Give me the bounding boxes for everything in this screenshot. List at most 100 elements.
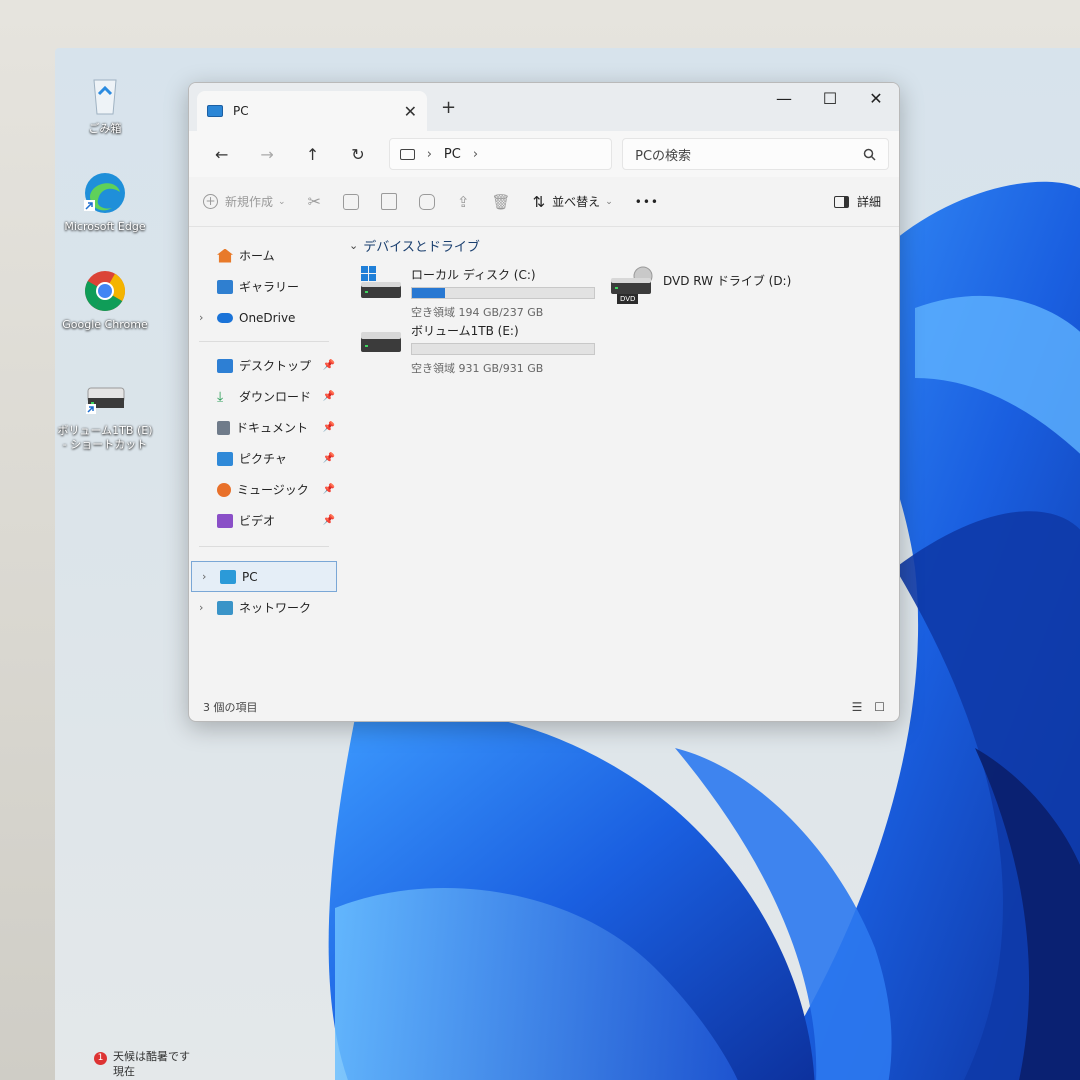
dvd-badge: DVD [617,294,639,304]
command-bar: + 新規作成 ⌄ ✂ ⇪ 🗑 ⇅ 並べ替え ⌄ ••• 詳細 [189,177,899,227]
music-icon [217,482,231,497]
details-button[interactable]: 詳細 [833,193,881,210]
gallery-icon [217,279,233,294]
weather-alert-badge: 1 [94,1052,107,1065]
search-placeholder: PCの検索 [635,148,692,164]
download-icon: ⤓ [217,388,224,405]
sort-icon: ⇅ [532,192,546,211]
plus-circle-icon: + [203,194,218,209]
nav-item-pc[interactable]: › PC [191,561,337,592]
dvd-drive-icon: DVD [609,266,655,306]
large-icons-view-icon[interactable]: ☐ [874,700,885,714]
pictures-icon [217,451,233,466]
navigation-pane: ホーム ギャラリー › OneDrive デスクトップ 📌 ⤓ ダウンロード 📌… [189,228,339,693]
pin-icon[interactable]: 📌 [323,391,335,402]
windows-drive-icon [359,266,403,300]
nav-divider [199,546,329,547]
sort-button[interactable]: ⇅ 並べ替え ⌄ [533,193,613,211]
maximize-button[interactable]: ☐ [807,89,853,108]
copy-icon[interactable] [342,193,359,210]
pin-icon[interactable]: 📌 [323,515,335,526]
nav-item-onedrive[interactable]: › OneDrive [189,302,339,333]
monitor-icon [220,569,236,584]
home-icon [217,248,233,263]
desktop-icon-recycle-bin[interactable]: ごみ箱 [55,72,155,136]
chevron-down-icon: ⌄ [349,239,359,252]
nav-item-network[interactable]: › ネットワーク [189,592,339,623]
drive-item-c[interactable]: ローカル ディスク (C:) 空き領域 194 GB/237 GB [359,266,595,320]
details-pane-icon [833,195,849,208]
chevron-right-icon[interactable]: › [199,311,203,324]
pin-icon[interactable]: 📌 [323,422,335,433]
desktop-icon-chrome[interactable]: Google Chrome [55,268,155,332]
up-arrow-icon[interactable]: ↑ [290,145,335,164]
rename-icon[interactable] [418,193,435,210]
document-icon [217,420,230,435]
drive-item-e[interactable]: ボリューム1TB (E:) 空き領域 931 GB/931 GB [359,322,595,376]
nav-item-gallery[interactable]: ギャラリー [189,271,339,302]
group-header-devices[interactable]: ⌄ デバイスとドライブ [349,236,889,255]
tab-pc[interactable]: PC ✕ [197,91,427,131]
minimize-button[interactable]: — [761,89,807,108]
onedrive-cloud-icon [217,312,233,323]
usage-bar-fill [412,288,445,298]
desktop-icon-edge[interactable]: Microsoft Edge [55,170,155,234]
details-view-icon[interactable]: ☰ [852,700,863,714]
nav-item-documents[interactable]: ドキュメント 📌 [189,412,339,443]
nav-item-downloads[interactable]: ⤓ ダウンロード 📌 [189,381,339,412]
edge-icon [82,170,128,216]
chevron-right-icon[interactable]: › [202,570,206,583]
recycle-bin-icon [82,72,128,118]
nav-item-pictures[interactable]: ピクチャ 📌 [189,443,339,474]
video-icon [217,513,233,528]
desktop-icon-volume-shortcut[interactable]: ボリューム1TB (E) - ショートカット [55,374,155,452]
breadcrumb-pc[interactable]: PC [444,147,461,162]
nav-divider [199,341,329,342]
status-bar: 3 個の項目 ☰ ☐ [203,700,885,714]
title-bar[interactable]: PC ✕ + — ☐ ✕ [189,83,899,131]
desktop[interactable]: ごみ箱 Microsoft Edge Google Chrome ボリューム1T… [55,48,1080,1080]
usage-bar [411,287,595,299]
pin-icon[interactable]: 📌 [323,484,335,495]
weather-widget[interactable]: 1 天候は酷暑です 現在 [94,1050,190,1078]
usage-bar [411,343,595,355]
navigation-bar: ← → ↑ ↻ › PC › PCの検索 [189,131,899,177]
content-pane[interactable]: ⌄ デバイスとドライブ ローカル ディスク (C:) 空き領域 194 GB/2… [339,228,899,693]
chevron-down-icon: ⌄ [278,196,286,207]
nav-item-home[interactable]: ホーム [189,240,339,271]
chevron-right-icon: › [426,146,432,162]
cut-icon[interactable]: ✂ [308,192,321,211]
nav-item-music[interactable]: ミュージック 📌 [189,474,339,505]
chrome-icon [82,268,128,314]
file-explorer-window[interactable]: PC ✕ + — ☐ ✕ ← → ↑ ↻ › PC › PCの検索 + 新規作成… [188,82,900,722]
new-tab-button[interactable]: + [441,97,456,118]
drive-item-d[interactable]: DVD DVD RW ドライブ (D:) [609,266,791,306]
search-icon [863,148,876,161]
pin-icon[interactable]: 📌 [323,453,335,464]
paste-icon[interactable] [380,193,397,210]
monitor-icon [207,105,223,117]
nav-item-desktop[interactable]: デスクトップ 📌 [189,350,339,381]
desktop-folder-icon [217,358,233,373]
forward-arrow-icon[interactable]: → [244,145,289,164]
delete-icon[interactable]: 🗑 [492,193,511,211]
chevron-right-icon[interactable]: › [473,147,478,162]
address-bar[interactable]: › PC › [388,138,613,170]
more-options-button[interactable]: ••• [635,195,659,209]
close-button[interactable]: ✕ [853,89,899,108]
drive-icon [82,374,128,420]
monitor-icon [399,148,415,160]
nav-item-videos[interactable]: ビデオ 📌 [189,505,339,536]
explorer-body: ホーム ギャラリー › OneDrive デスクトップ 📌 ⤓ ダウンロード 📌… [189,228,899,693]
back-arrow-icon[interactable]: ← [199,145,244,164]
network-icon [217,600,233,615]
new-button[interactable]: + 新規作成 ⌄ [203,193,286,210]
search-box[interactable]: PCの検索 [622,138,890,170]
monitor-bezel: ごみ箱 Microsoft Edge Google Chrome ボリューム1T… [0,0,1080,1080]
pin-icon[interactable]: 📌 [323,360,335,371]
share-icon[interactable]: ⇪ [457,193,470,211]
tab-close-button[interactable]: ✕ [404,102,417,121]
drive-icon [359,322,403,356]
chevron-right-icon[interactable]: › [199,601,203,614]
refresh-icon[interactable]: ↻ [335,145,380,164]
